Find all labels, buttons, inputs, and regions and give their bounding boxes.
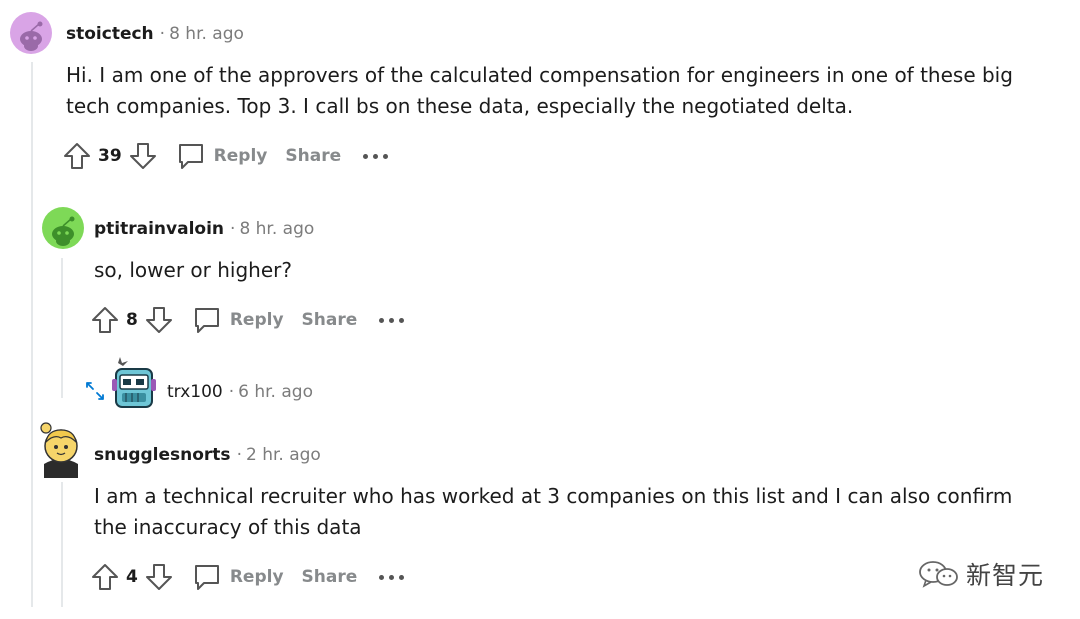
wechat-logo-icon <box>919 561 958 588</box>
author-name[interactable]: ptitrainvaloin <box>94 219 224 239</box>
ellipsis-icon <box>363 153 369 159</box>
reply-label: Reply <box>229 567 284 587</box>
watermark-text: 新智元 <box>965 561 1044 590</box>
upvote-arrow-icon <box>64 143 90 169</box>
expand-thread-button[interactable] <box>84 380 106 402</box>
ellipsis-icon <box>373 153 379 159</box>
avatar[interactable] <box>42 207 84 249</box>
watermark: 新智元 <box>918 556 1044 592</box>
ellipsis-icon <box>379 317 385 323</box>
downvote-arrow-icon <box>145 564 172 590</box>
comment-actions: 39 Reply Share <box>62 139 389 173</box>
thread-line-reply[interactable] <box>61 258 63 398</box>
share-button[interactable]: Share <box>302 310 358 330</box>
comment-bubble-icon <box>178 144 203 169</box>
reply-button[interactable]: Reply <box>192 305 284 335</box>
expand-arrows-icon <box>86 382 104 400</box>
share-button[interactable]: Share <box>302 567 358 587</box>
share-label: Share <box>301 310 358 330</box>
downvote-button[interactable] <box>128 141 158 171</box>
ellipsis-icon <box>383 153 389 159</box>
comment-meta: snugglesnorts · 2 hr. ago <box>94 444 321 466</box>
author-name[interactable]: stoictech <box>66 24 154 44</box>
snoo-icon <box>52 216 75 246</box>
snoo-icon <box>20 21 43 51</box>
timestamp[interactable]: 8 hr. ago <box>239 219 314 239</box>
comment-body: Hi. I am one of the approvers of the cal… <box>66 60 1026 122</box>
upvote-button[interactable] <box>62 141 92 171</box>
comment-meta: stoictech · 8 hr. ago <box>66 23 244 45</box>
downvote-button[interactable] <box>144 305 174 335</box>
comment-line: the inaccuracy of this data <box>94 515 362 539</box>
vote-score: 39 <box>98 146 122 166</box>
share-button[interactable]: Share <box>285 146 341 166</box>
separator-dot: · <box>236 445 242 465</box>
comment-actions: 4 Reply Share <box>90 560 405 594</box>
thread-line-root[interactable] <box>31 62 33 607</box>
comment-meta: trx100 · 6 hr. ago <box>167 381 313 403</box>
comment-line: tech companies. Top 3. I call bs on thes… <box>66 94 854 118</box>
downvote-button[interactable] <box>144 562 174 592</box>
vote-score: 4 <box>126 567 138 587</box>
timestamp[interactable]: 6 hr. ago <box>238 382 313 402</box>
comment-line: so, lower or higher? <box>94 258 292 282</box>
comment-meta: ptitrainvaloin · 8 hr. ago <box>94 218 314 240</box>
vote-score: 8 <box>126 310 138 330</box>
reply-button[interactable]: Reply <box>192 562 284 592</box>
author-name[interactable]: snugglesnorts <box>94 445 231 465</box>
share-label: Share <box>285 146 342 166</box>
reply-label: Reply <box>213 146 268 166</box>
reply-label: Reply <box>229 310 284 330</box>
avatar[interactable] <box>110 357 158 413</box>
avatar[interactable] <box>38 420 84 478</box>
cartoon-avatar-icon <box>40 422 78 478</box>
robot-avatar-icon <box>112 357 156 408</box>
upvote-arrow-icon <box>92 564 118 590</box>
thread-line-reply-2[interactable] <box>61 482 63 607</box>
comment-bubble-icon <box>194 308 219 333</box>
ellipsis-icon <box>389 574 395 580</box>
comment-line: I am a technical recruiter who has worke… <box>94 484 1013 508</box>
upvote-button[interactable] <box>90 305 120 335</box>
author-name[interactable]: trx100 <box>167 382 223 402</box>
upvote-arrow-icon <box>92 307 118 333</box>
share-label: Share <box>301 567 358 587</box>
separator-dot: · <box>159 24 166 44</box>
comment-line: Hi. I am one of the approvers of the cal… <box>66 63 1013 87</box>
comment-body: so, lower or higher? <box>94 255 1054 286</box>
ellipsis-icon <box>379 574 385 580</box>
ellipsis-icon <box>389 317 395 323</box>
separator-dot: · <box>228 382 235 402</box>
timestamp[interactable]: 8 hr. ago <box>169 24 244 44</box>
separator-dot: · <box>230 219 236 239</box>
more-options-button[interactable] <box>363 146 389 166</box>
comment-actions: 8 Reply Share <box>90 303 405 337</box>
reply-button[interactable]: Reply <box>176 141 268 171</box>
more-options-button[interactable] <box>379 310 405 330</box>
comment-bubble-icon <box>194 565 219 590</box>
ellipsis-icon <box>399 574 405 580</box>
comment-body: I am a technical recruiter who has worke… <box>94 481 1054 543</box>
ellipsis-icon <box>399 317 405 323</box>
more-options-button[interactable] <box>379 567 405 587</box>
avatar[interactable] <box>10 12 52 54</box>
timestamp[interactable]: 2 hr. ago <box>246 445 321 465</box>
downvote-arrow-icon <box>145 307 172 333</box>
downvote-arrow-icon <box>129 143 156 169</box>
upvote-button[interactable] <box>90 562 120 592</box>
